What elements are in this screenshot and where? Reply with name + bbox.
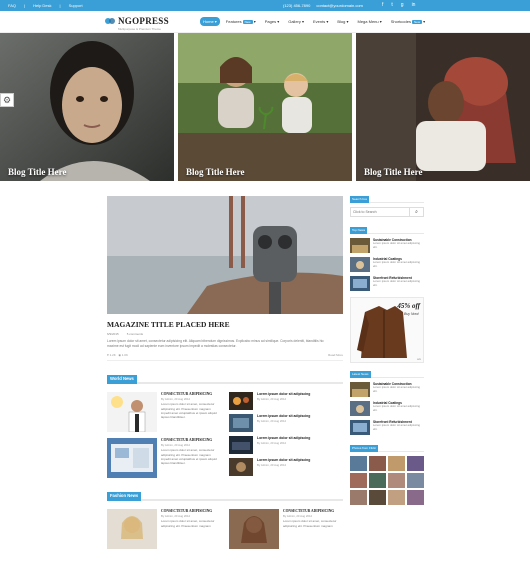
list-item[interactable]: CONSECTETUR ADIPISICING By Admin, 20 Aug… [229, 509, 343, 550]
photo-thumb[interactable] [388, 456, 405, 471]
nav-pages[interactable]: Pages ▾ [262, 17, 282, 26]
list-item[interactable]: CONSECTETUR ADIPISICING By Admin, 20 Aug… [107, 392, 221, 433]
new-badge: New [411, 20, 422, 24]
email-link[interactable]: contact@yourdomain.com [316, 3, 363, 8]
photo-thumb[interactable] [388, 473, 405, 488]
fashion-news-heading: Fashion News [107, 492, 343, 502]
list-item[interactable]: Lorem ipsum dolor sit adipiscing By Admin… [229, 436, 343, 455]
nav-home[interactable]: Home ▾ [200, 17, 220, 26]
photo-thumb[interactable] [369, 473, 386, 488]
ad-offer: 45% off [397, 302, 420, 310]
list-item[interactable]: CONSECTETUR ADIPISICING By Admin, 20 Aug… [107, 509, 221, 550]
list-item[interactable]: CONSECTETUR ADIPISICING By Admin, 20 Aug… [107, 438, 221, 479]
hero-image-children [178, 33, 352, 181]
phone-text: (123) 456-7890 [283, 3, 311, 8]
ad-banner[interactable]: 45% off Buy Now! ads [350, 297, 424, 363]
likes-count: 1.2K [109, 353, 116, 358]
site-logo[interactable]: NGOPRESS [105, 16, 169, 26]
hero-caption: Blog Title Here [364, 167, 423, 177]
featured-excerpt: Lorem ipsum dolor sit amet, consectetur … [107, 339, 324, 349]
top-news-title: Top News [350, 227, 424, 234]
nav-mega-menu[interactable]: Mega Menu ▾ [355, 17, 385, 26]
main-nav: Home ▾ Features New ▾ Pages ▾ Gallery ▾ E… [200, 17, 428, 26]
photos-widget-title: Photos from Flickr [350, 445, 424, 452]
photo-thumb[interactable] [369, 490, 386, 505]
post-thumbnail [107, 392, 157, 433]
photo-thumb[interactable] [369, 456, 386, 471]
post-thumbnail [229, 509, 279, 550]
nav-events[interactable]: Events ▾ [310, 17, 331, 26]
list-item[interactable]: Sustainable Construction Lorem ipsum dolo… [350, 382, 424, 397]
top-bar: FAQ | Help Desk | Support (123) 456-7890… [0, 0, 530, 11]
list-item[interactable]: Storefront Refurbishment Lorem ipsum dolo… [350, 420, 424, 435]
ad-label: ads [416, 358, 421, 361]
featured-date: 6/9/2015 [107, 332, 119, 336]
like-icon[interactable]: ♥ [107, 353, 109, 357]
faq-link[interactable]: FAQ [8, 3, 16, 8]
nav-blog[interactable]: Blog ▾ [334, 17, 351, 26]
hero-caption: Blog Title Here [8, 167, 67, 177]
support-link[interactable]: Support [69, 3, 83, 8]
list-item[interactable]: Industrial Coatings Lorem ipsum dolor sit… [350, 257, 424, 272]
latest-news-title: Latest News [350, 371, 424, 378]
world-news-heading: World News [107, 375, 343, 385]
list-item[interactable]: Sustainable Construction Lorem ipsum dolo… [350, 238, 424, 253]
sidebar: Search box ⌕ Top News Sustainable Constr… [350, 196, 424, 505]
search-widget-title: Search box [350, 196, 424, 203]
gear-icon[interactable]: ⚙ [0, 93, 14, 107]
site-header: NGOPRESS Multipurpose & Premium Theme Ho… [0, 11, 530, 33]
photo-thumb[interactable] [407, 473, 424, 488]
new-badge: New [242, 20, 253, 24]
list-item[interactable]: Lorem ipsum dolor sit adipiscing By Admin… [229, 414, 343, 433]
list-item[interactable]: Industrial Coatings Lorem ipsum dolor sit… [350, 401, 424, 416]
featured-comments[interactable]: 5 comments [127, 332, 143, 336]
photo-thumb[interactable] [350, 490, 367, 505]
hero-image-girl [0, 33, 174, 181]
read-more-link[interactable]: Read More [328, 353, 343, 357]
binocular-viewer-image [107, 196, 343, 314]
logo-mark-icon [105, 18, 115, 24]
nav-gallery[interactable]: Gallery ▾ [285, 17, 307, 26]
photo-thumb[interactable] [350, 473, 367, 488]
photo-thumb[interactable] [350, 456, 367, 471]
post-thumbnail [107, 509, 157, 550]
ad-cta[interactable]: Buy Now! [404, 312, 419, 316]
search-icon[interactable]: ⌕ [410, 207, 424, 217]
facebook-icon[interactable]: f [382, 2, 383, 8]
list-item[interactable]: Lorem ipsum dolor sit adipiscing By Admin… [229, 458, 343, 477]
photo-thumb[interactable] [407, 490, 424, 505]
featured-image[interactable] [107, 196, 343, 314]
main-content: MAGAZINE TITLE PLACED HERE 6/9/2015 5 co… [107, 196, 343, 555]
twitter-icon[interactable]: t [391, 2, 392, 8]
site-tagline: Multipurpose & Premium Theme [118, 27, 161, 31]
list-item[interactable]: Storefront Refurbishment Lorem ipsum dolo… [350, 276, 424, 291]
post-thumbnail [107, 438, 157, 479]
featured-title[interactable]: MAGAZINE TITLE PLACED HERE [107, 320, 343, 329]
list-item[interactable]: Lorem ipsum dolor sit adipiscing By Admin… [229, 392, 343, 411]
search-input[interactable] [350, 207, 410, 217]
hero-slide-3[interactable]: Blog Title Here [356, 33, 530, 181]
hero-slide-1[interactable]: ⚙ Blog Title Here [0, 33, 174, 181]
nav-features[interactable]: Features New ▾ [223, 17, 259, 26]
views-count: 1.0K [121, 353, 128, 358]
hero-caption: Blog Title Here [186, 167, 245, 177]
photo-grid [350, 456, 424, 505]
google-plus-icon[interactable]: g [401, 2, 404, 8]
nav-shortcodes[interactable]: Shortcodes New ▾ [388, 17, 428, 26]
photo-thumb[interactable] [407, 456, 424, 471]
help-desk-link[interactable]: Help Desk [33, 3, 51, 8]
linkedin-icon[interactable]: in [412, 2, 416, 8]
photo-thumb[interactable] [388, 490, 405, 505]
hero-slide-2[interactable]: Blog Title Here [178, 33, 352, 181]
view-icon: ◉ [118, 353, 121, 358]
hero-image-child-scarf [356, 33, 530, 181]
